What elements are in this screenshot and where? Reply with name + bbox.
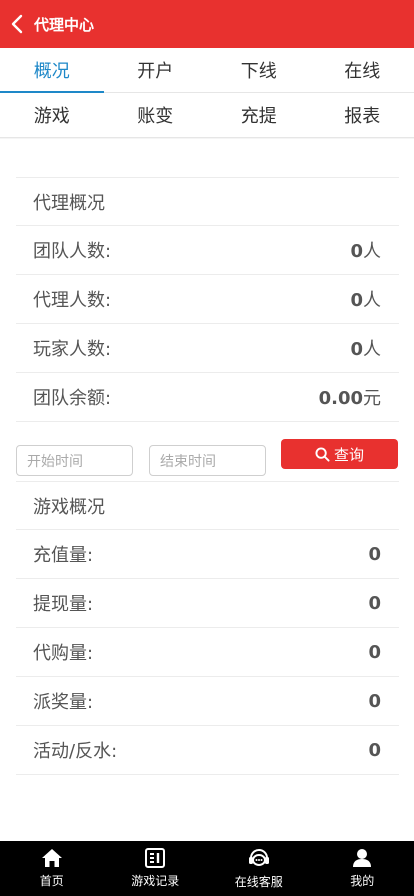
tab-account-changes[interactable]: 账变 bbox=[104, 93, 208, 137]
tab-overview[interactable]: 概况 bbox=[0, 48, 104, 93]
payout-value: 0 bbox=[368, 690, 381, 712]
withdraw-label: 提现量: bbox=[33, 594, 94, 615]
stat-row: 代购量: 0 bbox=[16, 628, 399, 677]
game-overview-card: 游戏概况 充值量: 0 提现量: 0 代购量: 0 派奖量: 0 活动/反水: … bbox=[16, 481, 399, 775]
agent-count-value: 0人 bbox=[350, 290, 381, 311]
nav-support[interactable]: 在线客服 bbox=[207, 841, 311, 896]
nav-game-records-label: 游戏记录 bbox=[131, 874, 180, 888]
stat-row: 派奖量: 0 bbox=[16, 677, 399, 726]
stat-row: 充值量: 0 bbox=[16, 530, 399, 579]
agent-overview-card: 代理概况 团队人数: 0人 代理人数: 0人 玩家人数: 0人 团队余额: 0.… bbox=[16, 177, 399, 422]
tab-games[interactable]: 游戏 bbox=[0, 93, 104, 137]
end-date-input[interactable]: 结束时间 bbox=[149, 445, 266, 476]
tab-deposit-withdraw[interactable]: 充提 bbox=[207, 93, 311, 137]
start-date-input[interactable]: 开始时间 bbox=[16, 445, 133, 476]
bottom-nav: 首页 游戏记录 在线客服 我的 bbox=[0, 841, 414, 896]
tab-bar: 概况 开户 下线 在线 游戏 账变 充提 报表 bbox=[0, 48, 414, 138]
home-icon bbox=[41, 849, 62, 867]
game-overview-heading: 游戏概况 bbox=[33, 496, 105, 518]
team-balance-label: 团队余额: bbox=[33, 388, 112, 409]
top-bar: 代理中心 bbox=[0, 0, 414, 48]
recharge-value: 0 bbox=[368, 543, 381, 565]
search-icon bbox=[315, 446, 330, 462]
back-button[interactable] bbox=[0, 0, 34, 48]
purchase-label: 代购量: bbox=[33, 643, 94, 664]
tab-reports[interactable]: 报表 bbox=[311, 93, 414, 137]
player-count-label: 玩家人数: bbox=[33, 339, 112, 360]
nav-home-label: 首页 bbox=[39, 874, 64, 888]
recharge-label: 充值量: bbox=[33, 545, 94, 566]
chevron-left-icon bbox=[11, 14, 23, 34]
page-title: 代理中心 bbox=[34, 15, 95, 34]
team-count-label: 团队人数: bbox=[33, 241, 112, 262]
stat-row: 玩家人数: 0人 bbox=[16, 324, 399, 373]
stat-row: 团队余额: 0.00元 bbox=[16, 373, 399, 422]
tab-open-account[interactable]: 开户 bbox=[104, 48, 208, 92]
user-icon bbox=[353, 849, 372, 867]
nav-support-label: 在线客服 bbox=[234, 875, 283, 889]
payout-label: 派奖量: bbox=[33, 692, 94, 713]
agent-count-label: 代理人数: bbox=[33, 290, 112, 311]
nav-game-records[interactable]: 游戏记录 bbox=[104, 841, 208, 896]
tab-online[interactable]: 在线 bbox=[311, 48, 414, 92]
nav-mine-label: 我的 bbox=[350, 874, 375, 888]
agent-overview-heading: 代理概况 bbox=[33, 192, 105, 214]
record-icon bbox=[145, 848, 166, 868]
rebate-label: 活动/反水: bbox=[33, 741, 118, 762]
stat-row: 活动/反水: 0 bbox=[16, 726, 399, 775]
tab-downline[interactable]: 下线 bbox=[207, 48, 311, 92]
team-balance-value: 0.00元 bbox=[318, 388, 381, 409]
stat-row: 团队人数: 0人 bbox=[16, 226, 399, 275]
purchase-value: 0 bbox=[368, 641, 381, 663]
main-content: 代理概况 团队人数: 0人 代理人数: 0人 玩家人数: 0人 团队余额: 0.… bbox=[0, 139, 414, 841]
stat-row: 提现量: 0 bbox=[16, 579, 399, 628]
agent-overview-heading-row: 代理概况 bbox=[16, 177, 399, 226]
search-button-label: 查询 bbox=[333, 445, 364, 464]
support-icon bbox=[248, 849, 269, 866]
date-query-bar: 开始时间 结束时间 查询 bbox=[16, 439, 399, 482]
withdraw-value: 0 bbox=[368, 592, 381, 614]
team-count-value: 0人 bbox=[350, 241, 381, 262]
nav-home[interactable]: 首页 bbox=[0, 841, 104, 896]
game-overview-heading-row: 游戏概况 bbox=[16, 481, 399, 530]
player-count-value: 0人 bbox=[350, 339, 381, 360]
nav-mine[interactable]: 我的 bbox=[311, 841, 414, 896]
search-button[interactable]: 查询 bbox=[281, 439, 398, 469]
stat-row: 代理人数: 0人 bbox=[16, 275, 399, 324]
rebate-value: 0 bbox=[368, 739, 381, 761]
